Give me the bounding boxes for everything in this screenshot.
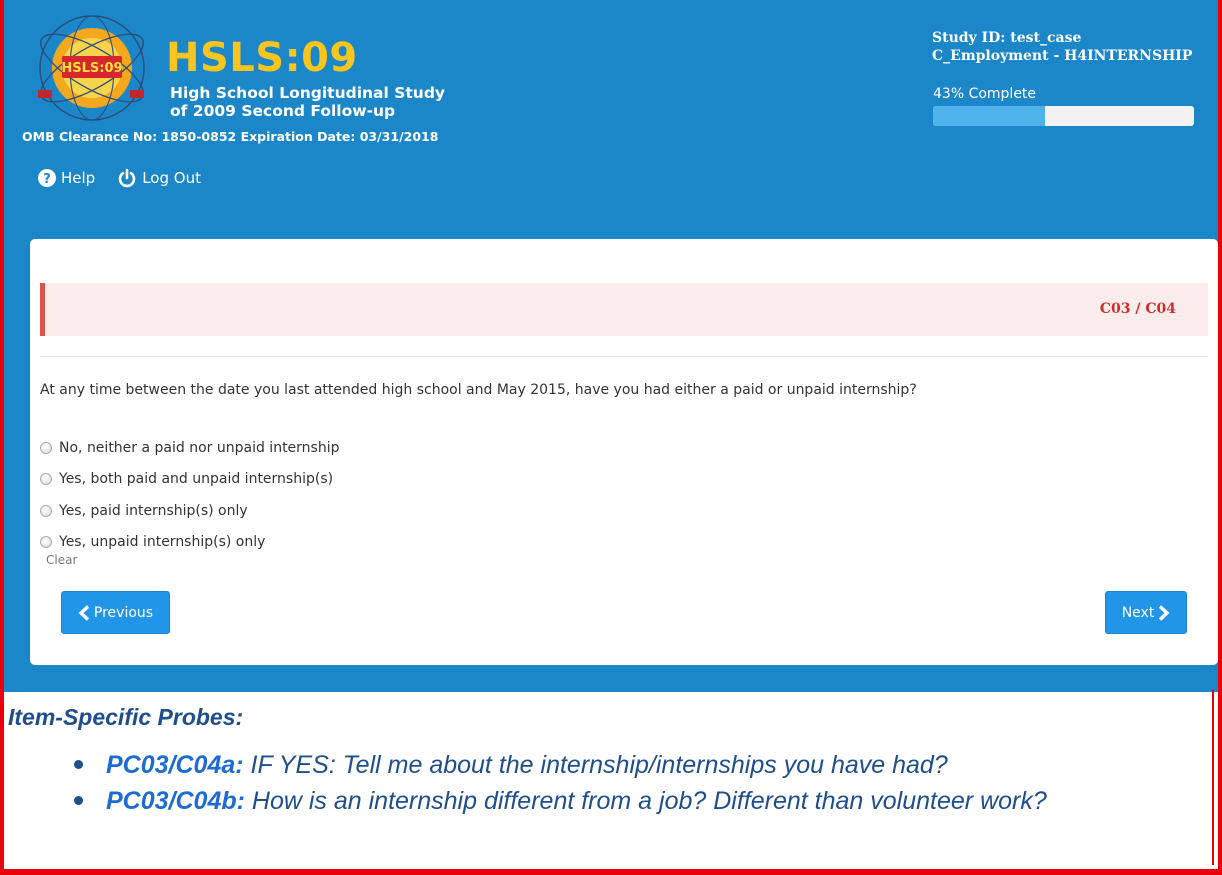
question-card: C03 / C04 At any time between the date y… [30,239,1218,665]
option-no-internship[interactable]: No, neither a paid nor unpaid internship [40,432,340,464]
frame-divider [1212,690,1214,865]
option-paid-only[interactable]: Yes, paid internship(s) only [40,495,340,527]
chevron-left-icon [78,604,90,621]
svg-text:HSLS:09: HSLS:09 [61,61,122,76]
probes-title: Item-Specific Probes: [8,704,244,730]
radio-button[interactable] [40,536,52,549]
question-header: C03 / C04 [40,283,1208,336]
bullet [74,796,83,805]
help-link[interactable]: ? Help [38,169,95,187]
brand-title: HSLS:09 [166,35,358,81]
question-circle-icon: ? [38,169,56,187]
toolbar: ? Help Log Out [38,168,201,188]
next-button[interactable]: Next [1105,591,1187,634]
question-text: At any time between the date you last at… [40,382,917,398]
option-label: Yes, paid internship(s) only [59,502,248,519]
clear-link[interactable]: Clear [46,553,77,567]
next-label: Next [1121,604,1155,621]
progress-fill [933,106,1046,126]
progress-text: 43% Complete [933,86,1037,102]
probe-code: PC03/C04a: [106,751,244,779]
option-paid-and-unpaid[interactable]: Yes, both paid and unpaid internship(s) [40,464,340,496]
option-label: No, neither a paid nor unpaid internship [59,439,340,456]
probe-text: How is an internship different from a jo… [251,787,1047,815]
radio-button[interactable] [40,473,52,486]
logout-label: Log Out [142,169,201,187]
option-label: Yes, both paid and unpaid internship(s) [59,471,334,488]
probe-item: PC03/C04b: How is an internship differen… [74,784,1160,818]
probe-code: PC03/C04b: [106,787,245,815]
logout-link[interactable]: Log Out [117,168,201,188]
bullet [74,760,83,769]
probe-list: PC03/C04a: IF YES: Tell me about the int… [74,748,1160,820]
option-label: Yes, unpaid internship(s) only [59,534,266,551]
radio-button[interactable] [40,504,52,517]
brand-subtitle-line1: High School Longitudinal Study [170,84,446,102]
option-unpaid-only[interactable]: Yes, unpaid internship(s) only [40,527,340,559]
probe-item: PC03/C04a: IF YES: Tell me about the int… [74,748,1160,782]
radio-button[interactable] [40,441,52,454]
hsls-logo: HSLS:09 [22,10,162,126]
probe-text: IF YES: Tell me about the internship/int… [250,751,948,779]
previous-label: Previous [93,604,154,621]
section-name: C_Employment - H4INTERNSHIP [932,48,1193,64]
power-icon [118,168,136,188]
chevron-right-icon [1159,604,1170,621]
divider [40,356,1208,357]
study-id: Study ID: test_case [932,30,1082,46]
help-label: Help [61,169,96,187]
question-code: C03 / C04 [1099,301,1176,317]
study-info: Study ID: test_case C_Employment - H4INT… [932,29,1192,65]
progress-bar [933,106,1194,126]
previous-button[interactable]: Previous [61,591,170,634]
omb-clearance: OMB Clearance No: 1850-0852 Expiration D… [22,129,439,144]
answer-options: No, neither a paid nor unpaid internship… [40,432,340,558]
svg-text:?: ? [43,172,51,187]
brand-subtitle-line2: of 2009 Second Follow-up [170,102,396,120]
